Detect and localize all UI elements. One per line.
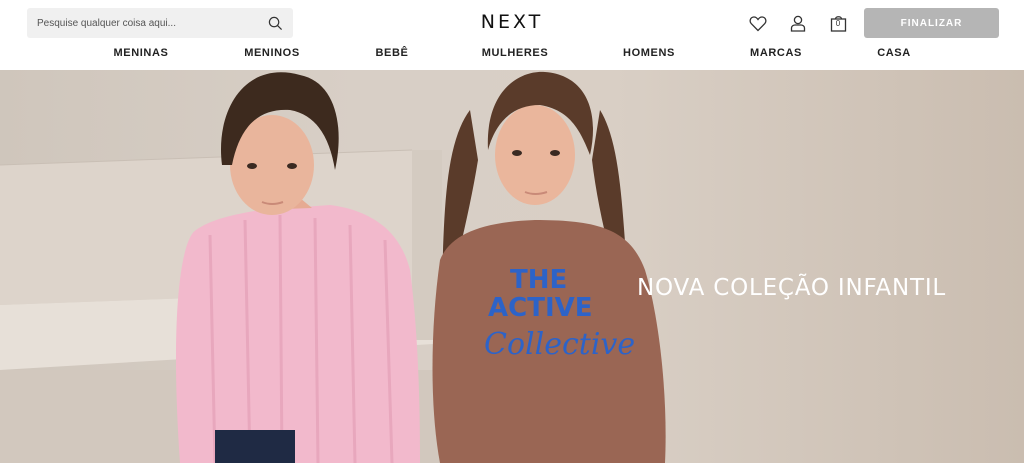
nav-item-meninas[interactable]: MENINAS bbox=[114, 47, 169, 59]
checkout-button[interactable]: FINALIZAR bbox=[864, 8, 999, 38]
print-the: THE bbox=[510, 265, 567, 295]
nav-item-meninos[interactable]: MENINOS bbox=[244, 47, 300, 59]
brand-logo[interactable]: NEXT bbox=[481, 11, 544, 33]
search-bar[interactable] bbox=[27, 8, 293, 38]
nav-item-marcas[interactable]: MARCAS bbox=[750, 47, 802, 59]
nav-item-casa[interactable]: CASA bbox=[877, 47, 911, 59]
bag-count: 0 bbox=[835, 19, 841, 28]
hero-banner[interactable]: THE ACTIVE Collective NOVA COLEÇÃO INFAN… bbox=[0, 70, 1024, 463]
hero-image: THE ACTIVE Collective bbox=[0, 71, 666, 463]
nav-item-bebe[interactable]: BEBÊ bbox=[376, 47, 409, 59]
nav-item-mulheres[interactable]: MULHERES bbox=[482, 47, 549, 59]
print-active: ACTIVE bbox=[488, 293, 593, 323]
search-input[interactable] bbox=[37, 17, 267, 29]
search-icon[interactable] bbox=[267, 15, 283, 31]
girl-figure: THE ACTIVE Collective bbox=[432, 71, 666, 463]
nav-item-homens[interactable]: HOMENS bbox=[623, 47, 675, 59]
hero-title[interactable]: NOVA COLEÇÃO INFANTIL bbox=[637, 275, 946, 301]
main-nav: MENINAS MENINOS BEBÊ MULHERES HOMENS MAR… bbox=[0, 47, 1024, 63]
user-icon[interactable] bbox=[788, 13, 808, 33]
boy-figure bbox=[175, 72, 420, 463]
bag-icon[interactable]: 0 bbox=[828, 13, 848, 33]
print-collective: Collective bbox=[484, 327, 635, 362]
site-header: NEXT 0 FINALIZAR MENINAS MENINOS BEBÊ MU… bbox=[0, 0, 1024, 70]
heart-icon[interactable] bbox=[748, 13, 768, 33]
